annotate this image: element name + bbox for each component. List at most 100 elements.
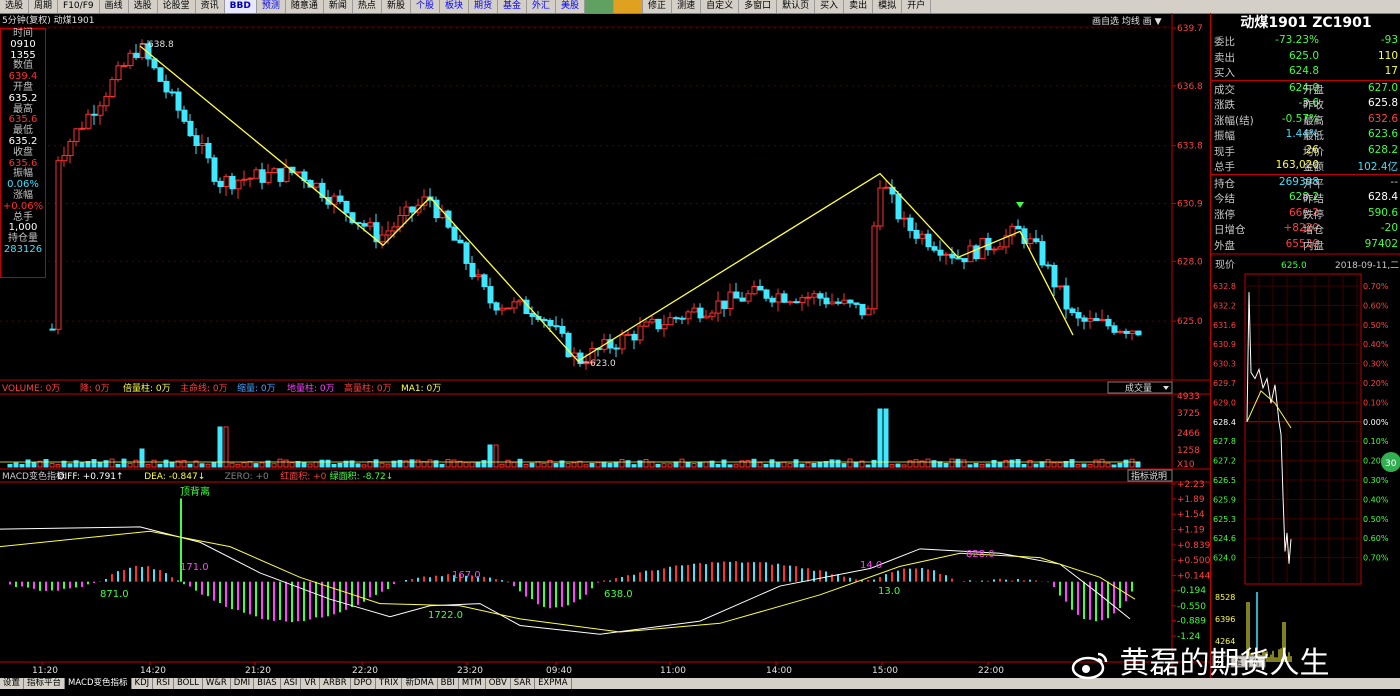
toolbar-item-5[interactable]: 论股堂 — [158, 0, 196, 13]
indicator-tab-17[interactable]: OBV — [486, 678, 511, 689]
mini-pct-tick: 0.10% — [1363, 437, 1389, 446]
toolbar-item-16[interactable]: 基金 — [498, 0, 528, 13]
toolbar-item-0[interactable]: 选股 — [0, 0, 30, 13]
indicator-tab-6[interactable]: W&R — [203, 678, 231, 689]
toolbar-item-2[interactable]: F10/F9 — [58, 0, 100, 13]
indicator-tab-3[interactable]: KDJ — [132, 678, 154, 689]
toolbar-item-1[interactable]: 周期 — [29, 0, 59, 13]
volume-bar — [253, 463, 259, 468]
toolbar-item-25[interactable]: 默认页 — [777, 0, 816, 13]
indicator-tab-18[interactable]: SAR — [511, 678, 536, 689]
indicator-tab-10[interactable]: VR — [301, 678, 321, 689]
volume-bar — [613, 461, 619, 468]
candle-body — [313, 182, 320, 188]
candle-body — [79, 127, 86, 130]
toolbar-item-15[interactable]: 期货 — [469, 0, 498, 13]
candle-body — [487, 286, 494, 304]
indicator-tab-7[interactable]: DMI — [231, 678, 255, 689]
toolbar-item-7[interactable]: BBD — [224, 0, 257, 13]
quote-cell: 成交 — [1214, 83, 1235, 96]
indicator-tab-2[interactable]: MACD变色指标 — [65, 678, 132, 689]
toolbar-item-27[interactable]: 卖出 — [844, 0, 874, 13]
candle-body — [793, 301, 800, 304]
volume-bar — [655, 463, 661, 468]
indicator-tab-8[interactable]: BIAS — [254, 678, 281, 689]
toolbar-item-17[interactable]: 外汇 — [527, 0, 557, 13]
toolbar-item-20[interactable] — [614, 0, 644, 13]
kline-chart-area[interactable]: 5分钟(复权) 动煤1901 画自选 均线 画 ▼ 639.7 636.8 633.8 6… — [0, 13, 1210, 681]
candle-body — [553, 325, 560, 328]
volume-bar — [439, 463, 445, 468]
candle-body — [331, 195, 338, 205]
toolbar-item-22[interactable]: 测速 — [672, 0, 702, 13]
volume-bar — [211, 461, 217, 468]
volume-legend-item: 主命线: 0万 — [180, 382, 228, 394]
quote-cell: 外盘 — [1214, 239, 1235, 252]
candle-body — [1039, 241, 1046, 266]
volume-bar — [505, 459, 511, 468]
indicator-tab-14[interactable]: 新DMA — [402, 678, 438, 689]
volume-bar — [121, 458, 127, 468]
macd-legend-item: DIFF: +0.791↑ — [58, 472, 124, 482]
candle-body — [979, 237, 986, 260]
candle-body — [115, 65, 122, 81]
volume-bar — [235, 463, 241, 468]
indicator-tab-5[interactable]: BOLL — [174, 678, 203, 689]
candle-body — [157, 67, 164, 82]
toolbar-item-26[interactable]: 买入 — [815, 0, 845, 13]
candle-body — [715, 300, 722, 314]
volume-bar — [1099, 458, 1105, 468]
mini-pct-tick: 0.30% — [1363, 476, 1389, 485]
volume-bar — [1105, 462, 1111, 468]
indicator-tab-0[interactable]: 设置 — [0, 678, 25, 689]
intraday-mini-chart[interactable]: 现价 625.0 2018-09-11,二 632.8 632.2 631.6 630.9 6… — [1211, 252, 1400, 672]
toolbar-item-6[interactable]: 资讯 — [196, 0, 225, 13]
volume-bar — [325, 459, 331, 468]
indicator-tab-12[interactable]: DPO — [351, 678, 377, 689]
toolbar-item-10[interactable]: 新闻 — [324, 0, 353, 13]
toolbar-item-4[interactable]: 选股 — [129, 0, 158, 13]
indicator-tab-9[interactable]: ASI — [281, 678, 302, 689]
quote-cell: 昨结 — [1303, 193, 1324, 205]
toolbar-item-14[interactable]: 板块 — [440, 0, 469, 13]
volume-bar — [79, 462, 85, 468]
volume-bar — [685, 461, 691, 468]
toolbar-item-8[interactable]: 预测 — [257, 0, 286, 13]
toolbar-item-18[interactable]: 美股 — [556, 0, 586, 13]
macd-label: 171.0 — [180, 562, 209, 573]
toolbar-item-21[interactable]: 修正 — [643, 0, 673, 13]
indicator-tab-13[interactable]: TRIX — [376, 678, 403, 689]
chart-top-buttons[interactable]: 画自选 均线 画 ▼ — [1092, 15, 1162, 27]
indicator-tab-1[interactable]: 指标平台 — [24, 678, 66, 689]
candle-body — [805, 296, 812, 299]
indicator-tab-16[interactable]: MTM — [459, 678, 486, 689]
indicator-tab-19[interactable]: EXPMA — [535, 678, 572, 689]
candle-body — [1045, 264, 1052, 267]
candle-body — [265, 172, 272, 183]
toolbar-item-9[interactable]: 随意通 — [286, 0, 324, 13]
toolbar-item-11[interactable]: 热点 — [353, 0, 382, 13]
volume-bar — [1129, 458, 1135, 468]
indicator-tab-15[interactable]: BBI — [438, 678, 459, 689]
candle-body — [55, 160, 62, 330]
indicator-tab-11[interactable]: ARBR — [320, 678, 351, 689]
candle-body — [361, 223, 368, 227]
toolbar-item-19[interactable] — [585, 0, 615, 13]
toolbar-item-24[interactable]: 多窗口 — [739, 0, 778, 13]
toolbar-item-13[interactable]: 个股 — [411, 0, 440, 13]
indicator-tab-4[interactable]: RSI — [153, 678, 174, 689]
candle-body — [823, 297, 830, 305]
quote-row: 总手 163,020 金额 102.4亿 — [1211, 158, 1400, 174]
volume-bar — [817, 461, 823, 468]
volume-bar — [793, 459, 799, 468]
toolbar-item-29[interactable]: 开户 — [902, 0, 932, 13]
volume-bar — [163, 459, 169, 468]
candle-body — [559, 326, 566, 334]
candle-body — [907, 217, 914, 231]
toolbar-item-23[interactable]: 自定义 — [701, 0, 740, 13]
toolbar-item-12[interactable]: 新股 — [382, 0, 411, 13]
toolbar-item-3[interactable]: 画线 — [100, 0, 129, 13]
toolbar-item-28[interactable]: 模拟 — [873, 0, 903, 13]
mini-pct-tick: 0.70% — [1363, 282, 1389, 291]
quote-cell: 102.4亿 — [1357, 161, 1398, 173]
